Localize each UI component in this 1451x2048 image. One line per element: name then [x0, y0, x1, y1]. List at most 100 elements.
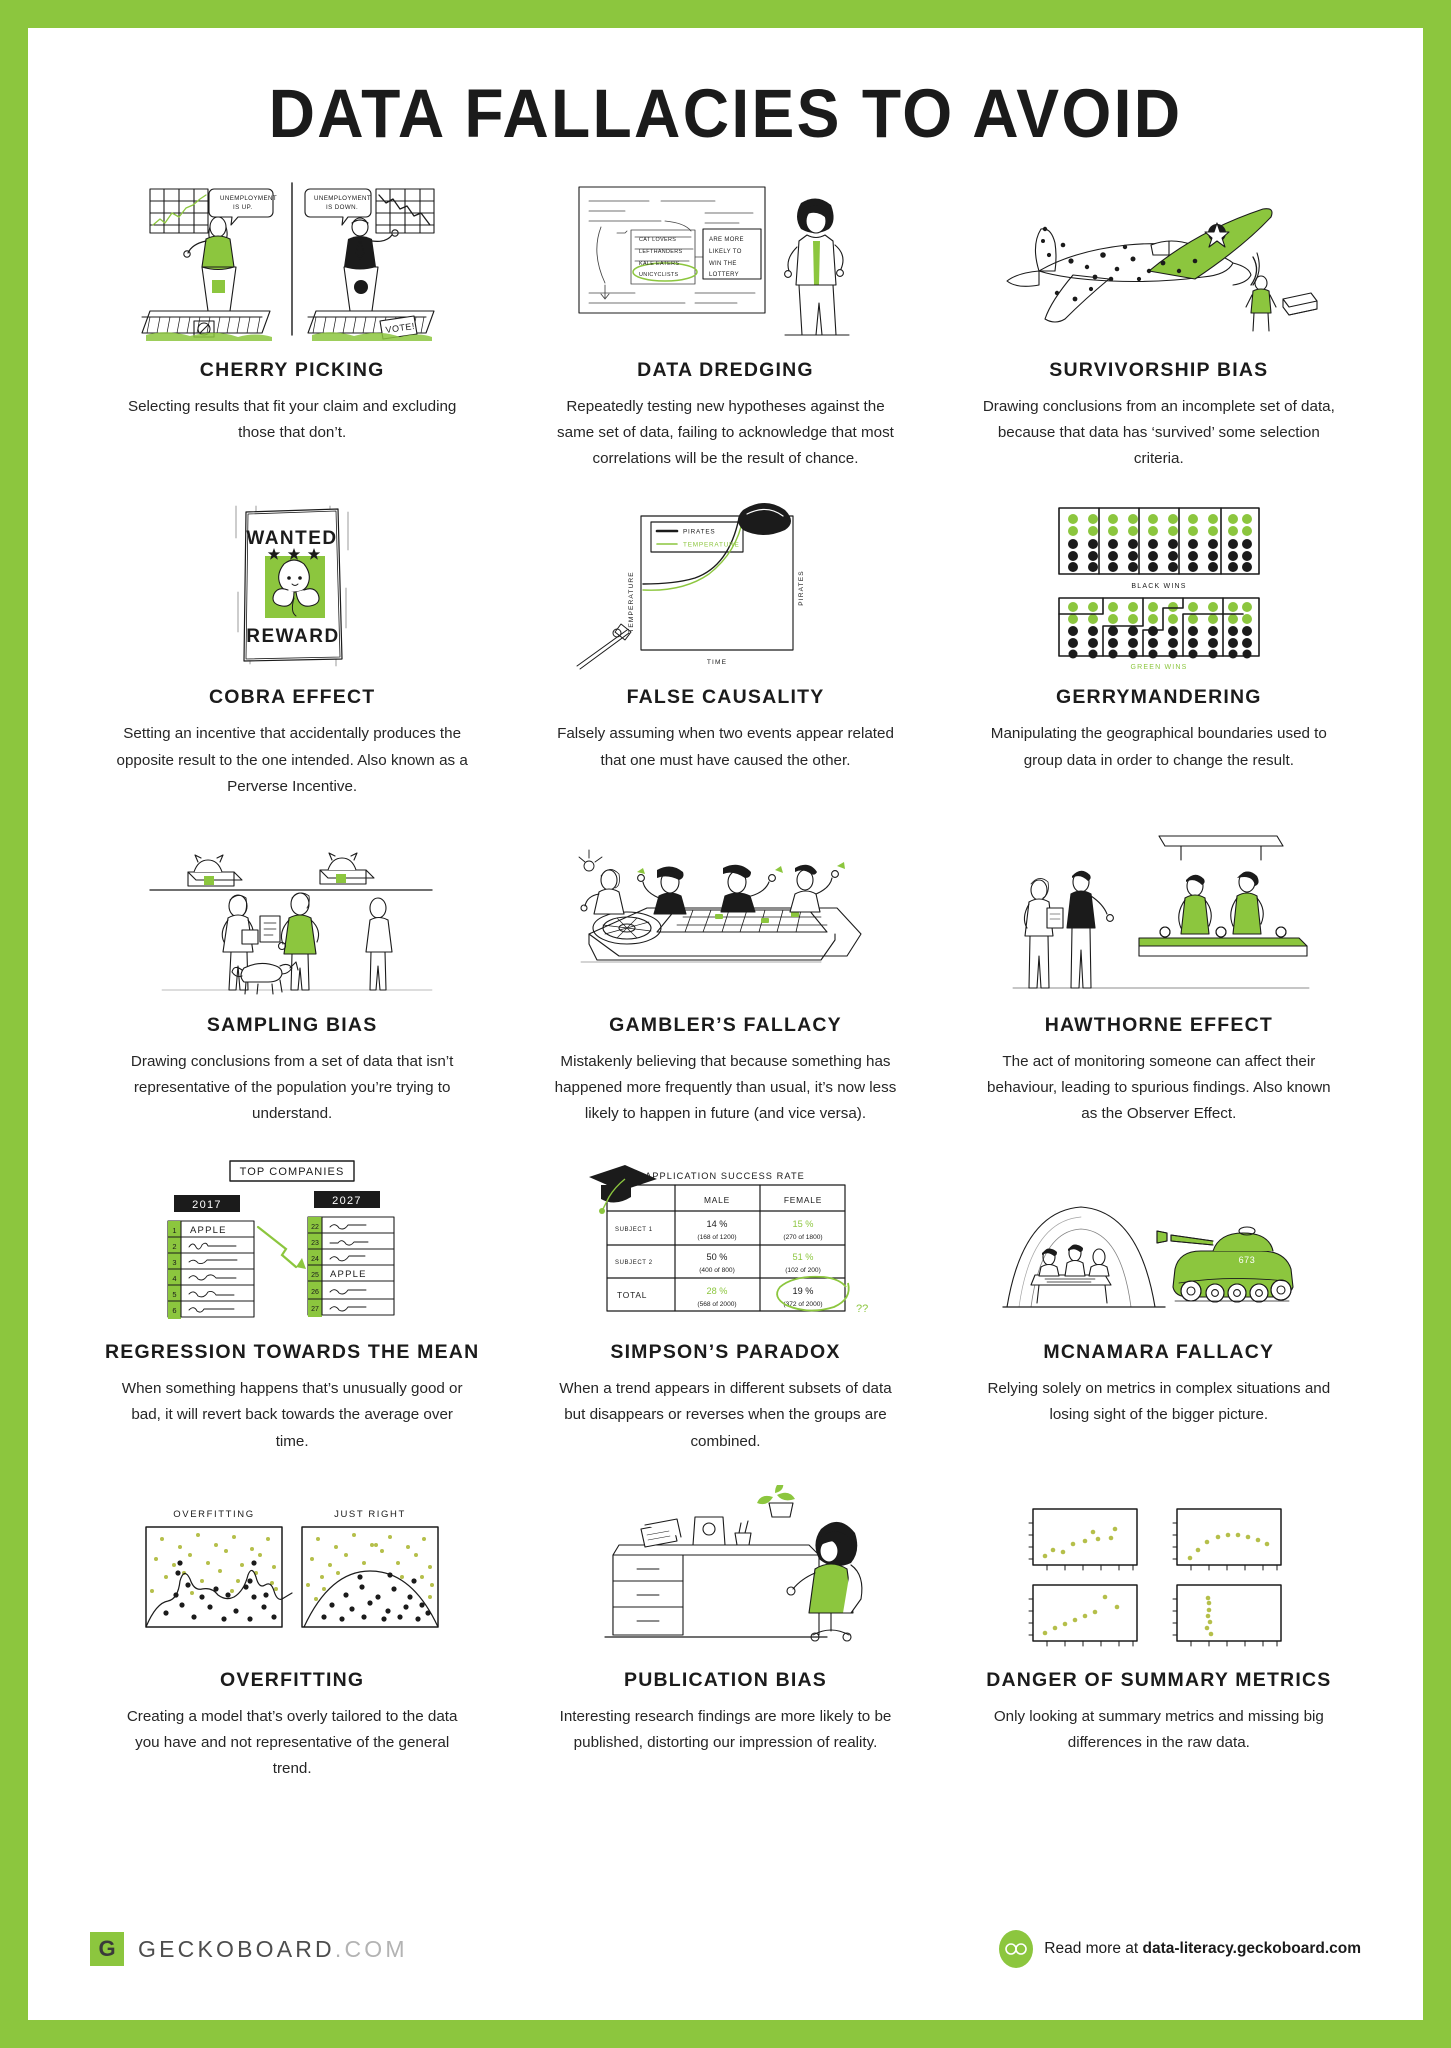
svg-text:(168 of 1200): (168 of 1200)	[698, 1234, 737, 1241]
brand-lockup[interactable]: G GECKOBOARD.COM	[90, 1932, 408, 1966]
legend-pirates: PIRATES	[683, 529, 715, 536]
card-description: The act of monitoring someone can affect…	[987, 1052, 1331, 1123]
illustration-simpsons-paradox: APPLICATION SUCCESS RATE MALE FEMALE SUB…	[523, 1157, 928, 1325]
fallacy-card-publication-bias: PUBLICATION BIAS Interesting research fi…	[509, 1484, 942, 1782]
illustration-hawthorne-effect	[956, 830, 1361, 998]
card-title: GERRYMANDERING	[1055, 686, 1262, 709]
company-apple-2027: APPLE	[330, 1269, 367, 1280]
fallacy-card-hawthorne-effect: HAWTHORNE EFFECT The act of monitoring s…	[942, 830, 1375, 1127]
legend-temperature: TEMPERATURE	[683, 542, 740, 549]
card-title: REGRESSION TOWARDS THE MEAN	[104, 1341, 480, 1364]
illustration-anscombe-quartet	[956, 1485, 1361, 1653]
illustration-gamblers-fallacy	[523, 830, 928, 998]
illustration-cobra-effect: WANTED REWARD	[90, 502, 495, 670]
row-spacer	[509, 1455, 942, 1485]
illustration-data-dredging: CAT LOVERS LEFTHANDERS KALE EATERS UNICY…	[523, 175, 928, 343]
row-spacer	[509, 800, 942, 830]
axis-label-pirates: PIRATES	[798, 571, 805, 606]
row-spacer	[942, 1455, 1375, 1485]
read-more-block[interactable]: Read more at data-literacy.geckoboard.co…	[999, 1930, 1361, 1968]
fallacy-card-survivorship-bias: SURVIVORSHIP BIAS Drawing conclusions fr…	[942, 175, 1375, 472]
speech-bubble-right: UNEMPLOYMENT	[314, 195, 371, 202]
fallacy-card-mcnamara-fallacy: 673 MCNAMARA FALLACY Relying solely on m…	[942, 1157, 1375, 1454]
card-description: When something happens that’s unusually …	[121, 1380, 463, 1450]
svg-text:(102 of 200): (102 of 200)	[786, 1267, 822, 1274]
fallacy-card-gerrymandering: BLACK WINS GREEN WINS GERRYMANDERING Man…	[942, 502, 1375, 799]
svg-text:IS DOWN.: IS DOWN.	[326, 204, 358, 211]
fallacy-card-gamblers-fallacy: GAMBLER’S FALLACY Mistakenly believing t…	[509, 830, 942, 1127]
svg-text:6: 6	[173, 1306, 177, 1315]
card-description: Creating a model that’s overly tailored …	[126, 1707, 458, 1777]
fallacy-card-simpsons-paradox: APPLICATION SUCCESS RATE MALE FEMALE SUB…	[509, 1157, 942, 1454]
illustration-false-causality: PIRATES TEMPERATURE TEMPERATURE PIRATES …	[523, 502, 928, 670]
illustration-overfitting: OVERFITTING JUST RIGHT	[90, 1485, 495, 1653]
card-description: Falsely assuming when two events appear …	[557, 725, 894, 769]
card-title: MCNAMARA FALLACY	[1043, 1341, 1275, 1364]
chart-title-overfitting: OVERFITTING	[173, 1509, 254, 1520]
fallacy-card-regression-to-mean: TOP COMPANIES 2017 1 2 3 4 5 6 APPLE 202…	[76, 1157, 509, 1454]
svg-text:IS UP.: IS UP.	[233, 204, 252, 211]
tank-number: 673	[1238, 1255, 1255, 1265]
row-header-subject1: SUBJECT 1	[615, 1227, 653, 1233]
svg-text:(270 of 1800): (270 of 1800)	[784, 1234, 823, 1241]
read-more-text: Read more at data-literacy.geckoboard.co…	[1044, 1940, 1361, 1958]
svg-text:CAT LOVERS: CAT LOVERS	[639, 237, 676, 243]
illustration-sampling-bias	[90, 830, 495, 998]
card-title: DANGER OF SUMMARY METRICS	[986, 1668, 1332, 1691]
row-spacer	[76, 472, 509, 502]
svg-text:3: 3	[173, 1258, 177, 1267]
geckoboard-logo-icon: G	[90, 1932, 124, 1966]
read-more-link[interactable]: data-literacy.geckoboard.com	[1142, 1940, 1361, 1957]
svg-text:LOTTERY: LOTTERY	[709, 272, 739, 278]
fallacy-grid: UNEMPLOYMENT IS UP. UNEMPLOYMENT IS DOWN…	[76, 175, 1376, 1782]
read-more-prefix: Read more at	[1044, 1940, 1143, 1957]
wanted-label: WANTED	[246, 528, 337, 549]
illustration-regression-to-mean: TOP COMPANIES 2017 1 2 3 4 5 6 APPLE 202…	[90, 1157, 495, 1325]
svg-text:19 %: 19 %	[793, 1286, 814, 1296]
svg-text:26: 26	[311, 1289, 319, 1296]
fallacy-card-sampling-bias: SAMPLING BIAS Drawing conclusions from a…	[76, 830, 509, 1127]
card-title: FALSE CAUSALITY	[626, 686, 825, 709]
row-spacer	[76, 1127, 509, 1157]
svg-text:WIN THE: WIN THE	[709, 261, 737, 267]
card-description: Mistakenly believing that because someth…	[554, 1052, 897, 1123]
svg-text:14 %: 14 %	[707, 1219, 728, 1229]
fallacy-card-false-causality: PIRATES TEMPERATURE TEMPERATURE PIRATES …	[509, 502, 942, 799]
svg-text:2: 2	[173, 1242, 177, 1251]
gerrymander-label-green-wins: GREEN WINS	[1130, 664, 1187, 670]
axis-label-temperature: TEMPERATURE	[628, 572, 635, 633]
table-title: APPLICATION SUCCESS RATE	[646, 1171, 806, 1181]
card-description: Relying solely on metrics in complex sit…	[987, 1380, 1331, 1424]
year-label-2017: 2017	[192, 1199, 222, 1211]
illustration-survivorship-bias	[956, 175, 1361, 343]
svg-text:UNICYCLISTS: UNICYCLISTS	[639, 272, 679, 278]
company-apple-2017: APPLE	[190, 1225, 227, 1236]
poster-canvas: DATA FALLACIES TO AVOID UNEMPLOYMENT IS …	[28, 28, 1423, 2020]
svg-text:28 %: 28 %	[707, 1286, 728, 1296]
row-header-subject2: SUBJECT 2	[615, 1260, 653, 1266]
card-title: OVERFITTING	[220, 1668, 365, 1691]
svg-text:23: 23	[311, 1240, 319, 1247]
gerrymander-panel-green-wins	[1058, 597, 1260, 659]
gerrymander-panel-black-wins	[1058, 507, 1260, 576]
card-title: HAWTHORNE EFFECT	[1044, 1013, 1273, 1036]
brand-name: GECKOBOARD.COM	[138, 1936, 408, 1963]
svg-text:24: 24	[311, 1256, 319, 1263]
illustration-publication-bias	[523, 1484, 928, 1653]
question-marks-annotation: ??	[856, 1303, 868, 1315]
svg-text:4: 4	[173, 1274, 177, 1283]
row-spacer	[509, 472, 942, 502]
card-description: Setting an incentive that accidentally p…	[116, 725, 468, 795]
col-header-male: MALE	[704, 1195, 730, 1205]
top-companies-heading: TOP COMPANIES	[240, 1166, 345, 1178]
row-spacer	[942, 800, 1375, 830]
svg-text:5: 5	[173, 1290, 177, 1299]
svg-text:15 %: 15 %	[793, 1219, 814, 1229]
svg-text:KALE EATERS: KALE EATERS	[639, 261, 679, 267]
card-description: Only looking at summary metrics and miss…	[993, 1707, 1324, 1751]
glasses-icon	[999, 1930, 1034, 1968]
axis-label-time: TIME	[707, 659, 727, 666]
svg-text:25: 25	[311, 1272, 319, 1279]
card-title: PUBLICATION BIAS	[623, 1668, 827, 1691]
year-label-2027: 2027	[332, 1195, 362, 1207]
